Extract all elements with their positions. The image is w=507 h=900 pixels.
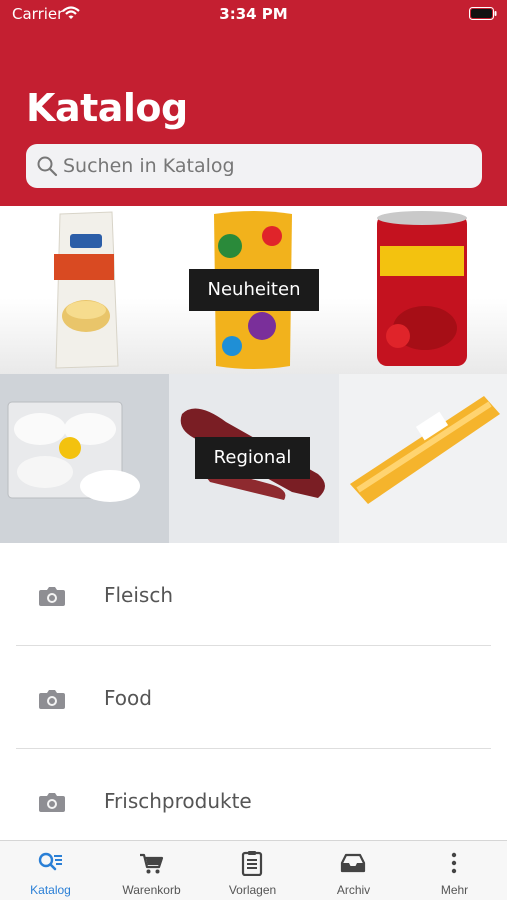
tile-regional-label: Regional — [195, 437, 310, 479]
camera-icon — [39, 690, 65, 709]
status-bar: Carrier 3:34 PM — [0, 0, 507, 28]
page-title: Katalog — [26, 86, 188, 130]
tab-label: Mehr — [440, 883, 469, 897]
search-placeholder: Suchen in Katalog — [63, 155, 235, 177]
tile-regional[interactable]: Regional — [0, 374, 507, 543]
header: Carrier 3:34 PM Katalog Suchen in Katalo… — [0, 0, 507, 206]
tab-label: Vorlagen — [228, 883, 277, 897]
category-item-frischprodukte[interactable]: Frischprodukte — [0, 749, 507, 852]
tab-label: Warenkorb — [122, 883, 181, 897]
archive-tray-icon — [340, 853, 366, 873]
tab-katalog[interactable]: Katalog — [0, 841, 101, 900]
clipboard-icon — [241, 851, 263, 876]
tab-warenkorb[interactable]: Warenkorb — [101, 841, 202, 900]
category-item-fleisch[interactable]: Fleisch — [0, 543, 507, 646]
catalog-search-icon — [38, 852, 62, 871]
tile-neuheiten[interactable]: Neuheiten — [0, 206, 507, 374]
more-dots-icon — [451, 852, 457, 874]
search-input[interactable]: Suchen in Katalog — [26, 144, 482, 188]
cheese-product-image — [339, 374, 507, 543]
meringue-product-image — [0, 374, 169, 543]
category-label: Fleisch — [104, 583, 174, 607]
category-label: Frischprodukte — [104, 789, 252, 813]
tile-neuheiten-label: Neuheiten — [189, 269, 319, 311]
category-list: Fleisch Food Frischprodukte — [0, 543, 507, 852]
tab-bar: Katalog Warenkorb Vorlagen Archiv Mehr — [0, 840, 507, 900]
tab-label: Archiv — [336, 883, 371, 897]
cart-icon — [140, 853, 164, 874]
tab-mehr[interactable]: Mehr — [404, 841, 505, 900]
camera-icon — [39, 587, 65, 606]
tab-archiv[interactable]: Archiv — [303, 841, 404, 900]
status-time: 3:34 PM — [219, 5, 288, 23]
flan-caramel-product-image — [54, 211, 119, 369]
category-item-food[interactable]: Food — [0, 646, 507, 749]
battery-icon — [469, 7, 497, 20]
parma-doro-product-image — [377, 211, 467, 366]
camera-icon — [39, 793, 65, 812]
search-icon — [37, 156, 58, 177]
tab-vorlagen[interactable]: Vorlagen — [202, 841, 303, 900]
tab-label: Katalog — [30, 883, 71, 897]
category-label: Food — [104, 686, 152, 710]
